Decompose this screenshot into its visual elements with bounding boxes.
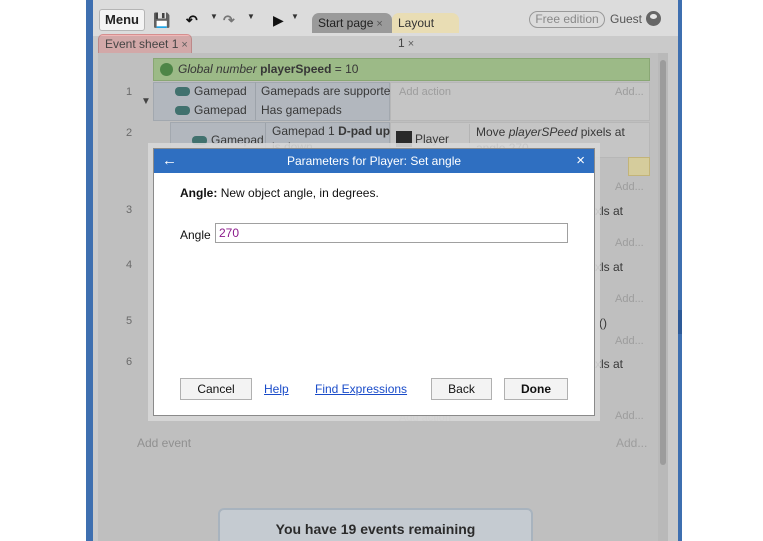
free-edition-badge[interactable]: Free edition xyxy=(529,11,605,28)
user-icon[interactable] xyxy=(646,11,661,26)
parameter-description-label: Angle: xyxy=(180,186,218,200)
tab-start-page-label: Start page xyxy=(318,16,374,30)
tab-layout-1[interactable]: Layout 1 × xyxy=(392,13,459,50)
menu-button[interactable]: Menu xyxy=(99,9,145,31)
parameter-description: Angle: New object angle, in degrees. xyxy=(180,186,379,200)
window-right-edge xyxy=(678,0,682,541)
tab-start-page[interactable]: Start page × xyxy=(312,13,392,33)
help-link[interactable]: Help xyxy=(264,382,289,396)
cancel-button[interactable]: Cancel xyxy=(180,378,252,400)
back-arrow-icon[interactable]: ← xyxy=(162,149,177,172)
dialog-title: Parameters for Player: Set angle xyxy=(286,154,462,168)
angle-label: Angle xyxy=(180,228,211,242)
angle-input[interactable]: 270 xyxy=(215,223,568,243)
window-left-edge xyxy=(86,0,93,541)
done-button[interactable]: Done xyxy=(504,378,568,400)
close-icon[interactable]: × xyxy=(576,149,585,172)
play-dropdown-icon[interactable]: ▼ xyxy=(291,12,299,21)
redo-icon[interactable]: ↷ xyxy=(223,10,235,30)
parameters-dialog: ← Parameters for Player: Set angle × Ang… xyxy=(153,148,595,416)
find-expressions-link[interactable]: Find Expressions xyxy=(315,382,407,396)
back-button[interactable]: Back xyxy=(431,378,492,400)
undo-icon[interactable]: ↶ xyxy=(186,10,198,30)
redo-dropdown-icon[interactable]: ▼ xyxy=(247,12,255,21)
play-icon[interactable]: ▶ xyxy=(273,10,284,30)
close-icon[interactable]: × xyxy=(376,18,382,30)
user-label[interactable]: Guest xyxy=(610,12,642,26)
save-icon[interactable]: 💾 xyxy=(153,10,170,30)
toolbar: Menu 💾 ↶ ▼ ↷ ▼ ▶ ▼ Start page × Layout 1 ×… xyxy=(93,0,678,50)
parameter-description-text: New object angle, in degrees. xyxy=(220,186,379,200)
undo-dropdown-icon[interactable]: ▼ xyxy=(210,12,218,21)
dialog-title-bar: ← Parameters for Player: Set angle × xyxy=(154,149,594,173)
